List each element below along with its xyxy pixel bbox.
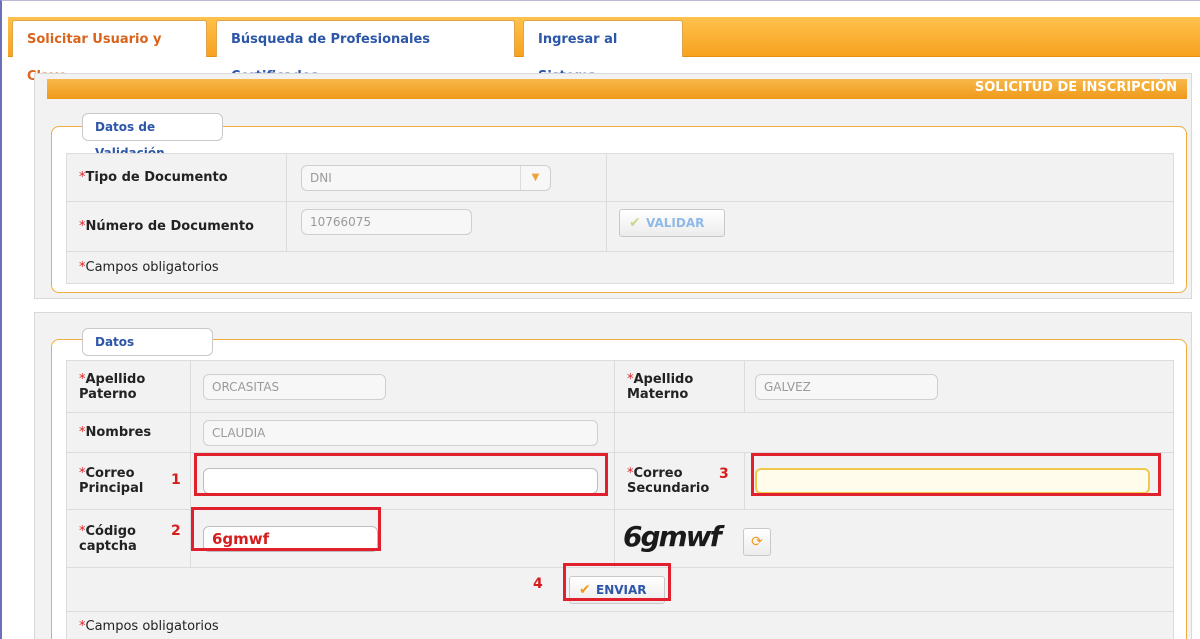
validate-button[interactable]: ✔ VALIDAR (619, 209, 725, 237)
apellido-paterno-label: Apellido (85, 371, 146, 387)
nombres-input[interactable]: CLAUDIA (203, 419, 598, 446)
doc-number-input[interactable]: 10766075 (301, 208, 472, 235)
tab-bar: Solicitar Usuario y Clave Búsqueda de Pr… (8, 17, 1200, 84)
doc-type-cell: DNI ▼ (286, 153, 607, 202)
apellido-paterno-cell: ORCASITAS (190, 360, 615, 413)
doc-number-label-cell: *Número de Documento (66, 201, 287, 252)
tab-solicitar-usuario[interactable]: Solicitar Usuario y Clave (12, 20, 207, 84)
apellido-paterno-input[interactable]: ORCASITAS (203, 373, 386, 400)
principal-legend: Datos Principales (82, 328, 213, 375)
apellido-materno-label-2: Materno (627, 386, 689, 402)
tab-ingresar-sistema[interactable]: Ingresar al Sistema (523, 20, 683, 84)
correo-secundario-label-cell: *Correo Secundario 3 (614, 452, 745, 510)
correo-secundario-label: Correo (633, 466, 683, 481)
annotation-marker-1: 1 (171, 472, 181, 488)
validate-cell: ✔ VALIDAR (606, 201, 1174, 252)
empty-cell (614, 412, 1174, 453)
nombres-label: Nombres (85, 425, 152, 440)
nombres-cell: CLAUDIA (190, 412, 615, 453)
captcha-image: 6gmwf (623, 520, 722, 553)
tab-busqueda-profesionales[interactable]: Búsqueda de Profesionales Certificados (216, 20, 515, 84)
annotation-marker-2: 2 (171, 523, 181, 539)
validate-button-label: VALIDAR (646, 216, 705, 230)
apellido-paterno-label-cell: *Apellido Paterno (66, 360, 191, 413)
refresh-icon[interactable]: ⟳ (743, 528, 771, 556)
annotation-marker-3: 3 (719, 466, 729, 482)
required-note-cell: *Campos obligatorios (66, 251, 1174, 284)
correo-secundario-label-2: Secundario (627, 481, 710, 496)
chevron-down-icon: ▼ (520, 165, 550, 190)
doc-number-label: Número de Documento (85, 219, 254, 234)
doc-type-select[interactable]: DNI ▼ (301, 164, 551, 191)
captcha-label: Código (85, 523, 136, 539)
empty-cell (606, 153, 1174, 202)
highlight-box-correo-secundario (751, 453, 1161, 496)
required-note: Campos obligatorios (85, 619, 219, 634)
section-title-bar: SOLICITUD DE INSCRIPCIÓN (47, 79, 1187, 99)
doc-type-label-cell: *Tipo de Documento (66, 153, 287, 202)
doc-type-value: DNI (310, 170, 332, 185)
annotation-marker-4: 4 (533, 576, 543, 592)
captcha-label-cell: *Código captcha 2 (66, 509, 191, 568)
doc-type-label: Tipo de Documento (85, 170, 228, 185)
correo-principal-label-cell: *Correo Principal 1 (66, 452, 191, 510)
apellido-materno-label-cell: *Apellido Materno (614, 360, 745, 413)
page-title: SOLICITUD DE INSCRIPCIÓN (974, 80, 1177, 95)
apellido-paterno-label-2: Paterno (79, 386, 137, 402)
highlight-box-send (563, 563, 671, 601)
highlight-box-correo-principal (194, 453, 608, 496)
correo-principal-label: Correo (85, 466, 135, 481)
validation-panel: SOLICITUD DE INSCRIPCIÓN Datos de Valida… (34, 73, 1192, 299)
captcha-image-cell: 6gmwf ⟳ (614, 509, 1174, 568)
doc-number-cell: 10766075 (286, 201, 607, 252)
required-note-cell: *Campos obligatorios (66, 611, 1174, 639)
correo-principal-label-2: Principal (79, 481, 144, 496)
validation-fieldset: Datos de Validación *Tipo de Documento D… (51, 113, 1187, 293)
validation-table: *Tipo de Documento DNI ▼ *Número de Docu… (66, 153, 1174, 284)
check-icon: ✔ (629, 215, 641, 231)
captcha-label-2: captcha (79, 538, 137, 554)
nombres-label-cell: *Nombres (66, 412, 191, 453)
highlight-box-captcha (191, 507, 381, 551)
apellido-materno-input[interactable]: GALVEZ (755, 373, 938, 400)
apellido-materno-label: Apellido (633, 371, 694, 387)
apellido-materno-cell: GALVEZ (744, 360, 1174, 413)
required-note: Campos obligatorios (85, 260, 219, 275)
validation-legend: Datos de Validación (82, 113, 223, 160)
